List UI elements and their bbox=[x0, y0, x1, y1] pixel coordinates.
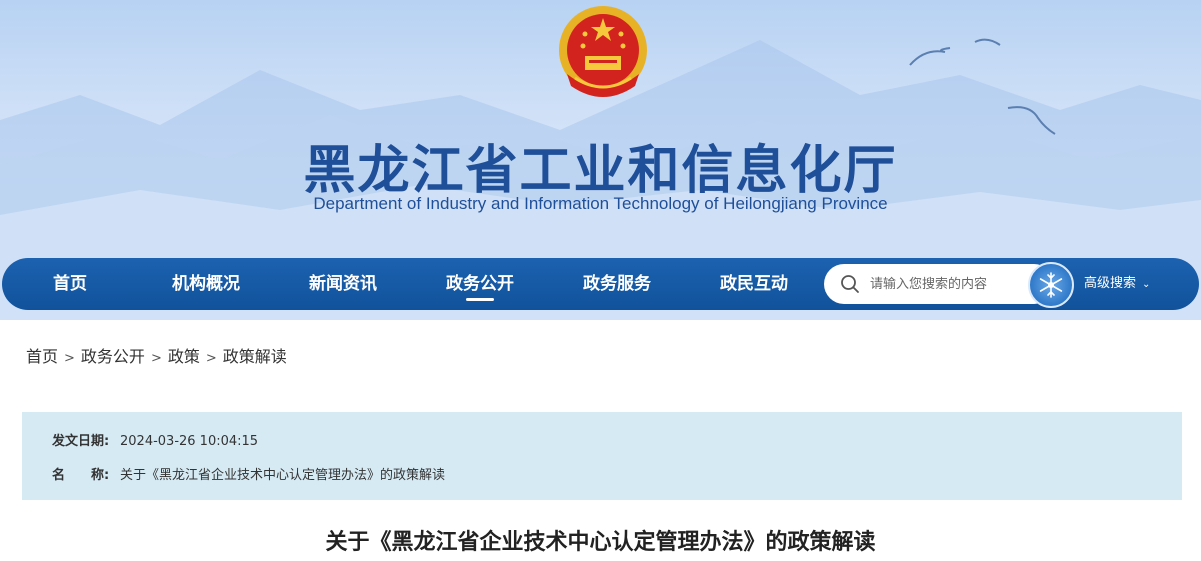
snowflake-icon bbox=[1039, 272, 1063, 298]
breadcrumb-policy[interactable]: 政策 bbox=[168, 347, 200, 366]
nav-item-government-affairs[interactable]: 政务公开 bbox=[446, 258, 514, 310]
search-input[interactable] bbox=[870, 272, 1020, 296]
date-value: 2024-03-26 10:04:15 bbox=[120, 434, 259, 449]
search-button[interactable] bbox=[1028, 262, 1074, 308]
search-icon bbox=[841, 275, 859, 293]
nav-item-home[interactable]: 首页 bbox=[53, 258, 87, 310]
nav-item-interaction[interactable]: 政民互动 bbox=[720, 258, 788, 310]
breadcrumb-separator: > bbox=[205, 351, 217, 366]
article-title: 关于《黑龙江省企业技术中心认定管理办法》的政策解读 bbox=[325, 530, 876, 555]
national-emblem-icon bbox=[559, 6, 647, 97]
date-label: 发文日期: bbox=[52, 434, 110, 449]
nav-item-organization[interactable]: 机构概况 bbox=[172, 258, 240, 310]
main-nav: 首页 机构概况 新闻资讯 政务公开 政务服务 政民互动 高级搜索 ⌄ bbox=[2, 258, 1199, 310]
name-row: 名 称: 关于《黑龙江省企业技术中心认定管理办法》的政策解读 bbox=[52, 464, 445, 483]
site-subtitle: Department of Industry and Information T… bbox=[313, 194, 888, 213]
advanced-search-link[interactable]: 高级搜索 ⌄ bbox=[1084, 258, 1150, 310]
document-info-box: 发文日期: 2024-03-26 10:04:15 名 称: 关于《黑龙江省企业技术… bbox=[22, 412, 1182, 500]
breadcrumb-home[interactable]: 首页 bbox=[26, 347, 58, 366]
active-indicator bbox=[466, 298, 494, 301]
name-value: 关于《黑龙江省企业技术中心认定管理办法》的政策解读 bbox=[120, 468, 446, 483]
chevron-down-icon: ⌄ bbox=[1142, 279, 1151, 290]
nav-item-news[interactable]: 新闻资讯 bbox=[309, 258, 377, 310]
nav-item-services[interactable]: 政务服务 bbox=[583, 258, 651, 310]
search-box bbox=[824, 264, 1054, 304]
nav-item-label: 政务公开 bbox=[446, 274, 514, 294]
breadcrumb: 首页 > 政务公开 > 政策 > 政策解读 bbox=[26, 343, 287, 367]
breadcrumb-policy-interpretation[interactable]: 政策解读 bbox=[223, 347, 287, 366]
name-label: 名 称: bbox=[52, 468, 110, 483]
date-row: 发文日期: 2024-03-26 10:04:15 bbox=[52, 430, 258, 449]
advanced-search-label: 高级搜索 bbox=[1084, 276, 1137, 291]
breadcrumb-separator: > bbox=[64, 351, 75, 366]
site-title: 黑龙江省工业和信息化厅 bbox=[303, 141, 898, 201]
breadcrumb-government-affairs[interactable]: 政务公开 bbox=[81, 347, 145, 366]
breadcrumb-separator: > bbox=[150, 351, 162, 366]
